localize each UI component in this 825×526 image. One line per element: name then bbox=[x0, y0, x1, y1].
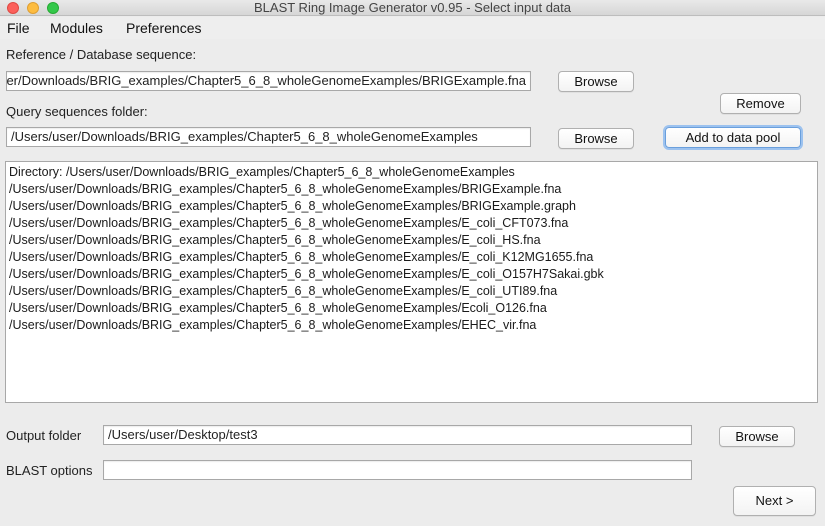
list-item[interactable]: /Users/user/Downloads/BRIG_examples/Chap… bbox=[9, 181, 814, 198]
list-item[interactable]: /Users/user/Downloads/BRIG_examples/Chap… bbox=[9, 249, 814, 266]
list-item[interactable]: /Users/user/Downloads/BRIG_examples/Chap… bbox=[9, 266, 814, 283]
list-item[interactable]: /Users/user/Downloads/BRIG_examples/Chap… bbox=[9, 198, 814, 215]
reference-label: Reference / Database sequence: bbox=[6, 47, 197, 62]
query-folder-field[interactable]: /Users/user/Downloads/BRIG_examples/Chap… bbox=[6, 127, 531, 147]
menu-preferences[interactable]: Preferences bbox=[126, 20, 201, 36]
query-folder-label: Query sequences folder: bbox=[6, 104, 148, 119]
output-folder-label: Output folder bbox=[6, 428, 82, 443]
menu-modules[interactable]: Modules bbox=[50, 20, 103, 36]
reference-browse-button[interactable]: Browse bbox=[558, 71, 634, 92]
output-browse-button[interactable]: Browse bbox=[719, 426, 795, 447]
reference-sequence-field[interactable]: /Users/user/Downloads/BRIG_examples/Chap… bbox=[6, 71, 531, 91]
list-item[interactable]: /Users/user/Downloads/BRIG_examples/Chap… bbox=[9, 215, 814, 232]
reference-sequence-value: /Users/user/Downloads/BRIG_examples/Chap… bbox=[6, 73, 526, 88]
add-to-data-pool-button[interactable]: Add to data pool bbox=[665, 127, 801, 148]
next-button[interactable]: Next > bbox=[733, 486, 816, 516]
data-pool-list[interactable]: Directory: /Users/user/Downloads/BRIG_ex… bbox=[5, 161, 818, 403]
list-item[interactable]: /Users/user/Downloads/BRIG_examples/Chap… bbox=[9, 232, 814, 249]
window-title: BLAST Ring Image Generator v0.95 - Selec… bbox=[254, 0, 571, 15]
blast-options-field[interactable] bbox=[103, 460, 692, 480]
menu-file[interactable]: File bbox=[7, 20, 30, 36]
blast-options-label: BLAST options bbox=[6, 463, 93, 478]
list-item[interactable]: Directory: /Users/user/Downloads/BRIG_ex… bbox=[9, 164, 814, 181]
remove-button[interactable]: Remove bbox=[720, 93, 801, 114]
menu-bar: File Modules Preferences bbox=[0, 17, 825, 39]
query-browse-button[interactable]: Browse bbox=[558, 128, 634, 149]
list-item[interactable]: /Users/user/Downloads/BRIG_examples/Chap… bbox=[9, 283, 814, 300]
list-item[interactable]: /Users/user/Downloads/BRIG_examples/Chap… bbox=[9, 317, 814, 334]
window-titlebar: BLAST Ring Image Generator v0.95 - Selec… bbox=[0, 0, 825, 16]
output-folder-field[interactable]: /Users/user/Desktop/test3 bbox=[103, 425, 692, 445]
list-item[interactable]: /Users/user/Downloads/BRIG_examples/Chap… bbox=[9, 300, 814, 317]
